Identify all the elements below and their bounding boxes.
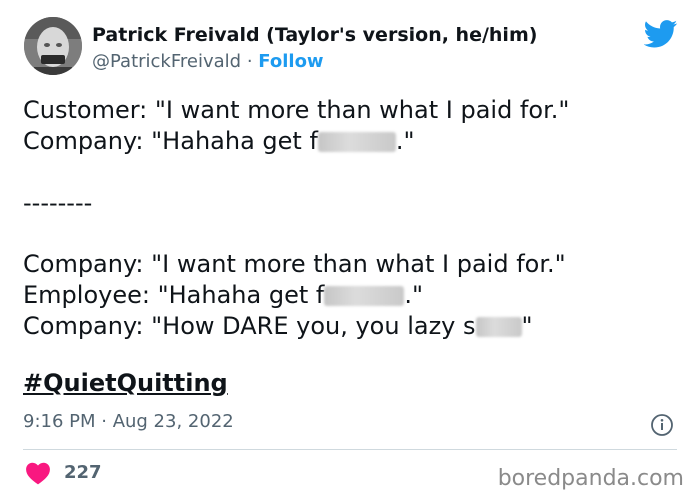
hashtag-link[interactable]: #QuietQuitting — [23, 369, 228, 397]
tweet-timestamp[interactable]: 9:16 PM · Aug 23, 2022 — [23, 411, 234, 432]
author-handle[interactable]: @PatrickFreivald — [92, 51, 241, 72]
info-icon[interactable] — [650, 413, 674, 437]
author-display-name[interactable]: Patrick Freivald (Taylor's version, he/h… — [92, 24, 537, 46]
follow-button[interactable]: Follow — [258, 51, 323, 72]
avatar-photo — [24, 17, 82, 75]
tweet-line-1: Customer: "I want more than what I paid … — [23, 96, 570, 124]
tweet-line-5: Employee: "Hahaha get f ." — [23, 281, 423, 309]
tweet-line-2: Company: "Hahaha get f ." — [23, 127, 415, 155]
divider — [23, 449, 677, 450]
author-handle-row: @PatrickFreivald · Follow — [92, 51, 324, 72]
twitter-bird-icon[interactable] — [644, 20, 678, 48]
separator-dot: · — [246, 51, 253, 72]
tweet-divider-line: -------- — [23, 189, 93, 217]
tweet-line-6: Company: "How DARE you, you lazy s " — [23, 312, 533, 340]
redacted-word — [475, 317, 522, 337]
avatar[interactable] — [24, 17, 82, 75]
tweet-line-4: Company: "I want more than what I paid f… — [23, 250, 566, 278]
heart-icon[interactable] — [25, 461, 51, 485]
redacted-word — [324, 286, 405, 306]
redacted-word — [317, 132, 396, 152]
tweet-card: Patrick Freivald (Taylor's version, he/h… — [0, 0, 700, 502]
watermark: boredpanda.com — [497, 466, 684, 491]
like-count: 227 — [64, 462, 102, 483]
